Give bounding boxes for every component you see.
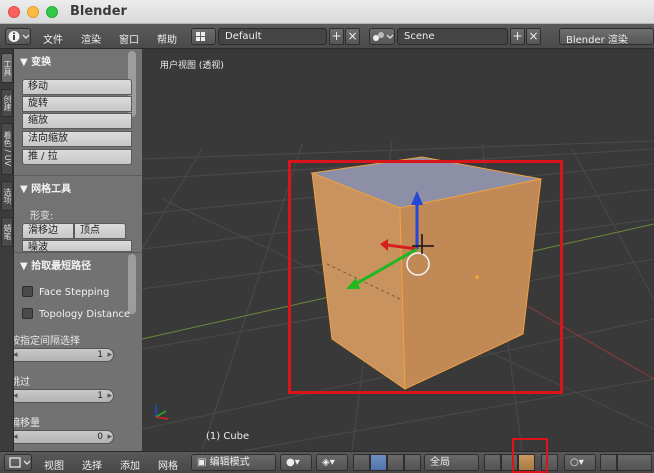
offset-field[interactable]: 0 <box>14 430 114 444</box>
scene-field[interactable]: Scene <box>397 28 508 45</box>
tab-options[interactable]: 选项 <box>1 181 13 211</box>
minimize-window-button[interactable] <box>27 6 39 18</box>
tab-tools[interactable]: 工具 <box>1 53 13 83</box>
face-stepping-label: Face Stepping <box>39 287 110 298</box>
rotate-button[interactable]: 旋转 <box>22 96 132 112</box>
screen-layout-browse-button[interactable] <box>191 28 216 45</box>
mode-dropdown[interactable]: ▣ 编辑模式 <box>191 454 276 471</box>
menu-view[interactable]: 视图 <box>44 457 64 472</box>
menu-mesh[interactable]: 网格 <box>158 457 178 472</box>
push-pull-button[interactable]: 推 / 拉 <box>22 149 132 165</box>
tab-grease-pencil[interactable]: 蜡笔 <box>1 217 13 247</box>
view-label: 用户视图 (透视) <box>160 61 224 71</box>
snap-toggle[interactable] <box>600 454 617 471</box>
edge-slide-button[interactable]: 滑移边 <box>22 223 74 239</box>
transform-panel-header[interactable]: ▼ 变换 <box>20 53 51 71</box>
nth-selection-field[interactable]: 1 <box>14 348 114 362</box>
menu-render[interactable]: 渲染 <box>81 31 101 46</box>
operator-scrollbar[interactable] <box>128 254 136 314</box>
proportional-edit-dropdown[interactable]: ○▾ <box>564 454 596 471</box>
object-label: (1) Cube <box>206 431 250 442</box>
edit-mode-icon: ▣ <box>197 457 207 468</box>
window-title: Blender <box>70 4 127 19</box>
pivot-icon: ◈▾ <box>322 457 335 468</box>
checkbox-box[interactable] <box>22 308 33 319</box>
scene-browse-button[interactable] <box>369 28 395 45</box>
tool-shelf: ▼ 变换 移动 旋转 缩放 法向缩放 推 / 拉 ▼ 网格工具 形变: 滑移边 … <box>14 49 142 451</box>
vertex-select-mode[interactable] <box>484 454 501 471</box>
scene-icon <box>373 32 394 41</box>
tool-shelf-tabs: 工具 创建 着色 / UV 选项 蜡笔 <box>0 49 14 451</box>
shortest-path-header[interactable]: ▼ 拾取最短路径 <box>20 257 91 275</box>
checkbox-box[interactable] <box>22 286 33 297</box>
snap-element-dropdown[interactable] <box>617 454 652 471</box>
divider <box>14 175 142 176</box>
topology-distance-label: Topology Distance <box>39 309 131 320</box>
close-window-button[interactable] <box>8 6 20 18</box>
screen-layout-field[interactable]: Default <box>218 28 327 45</box>
face-stepping-checkbox[interactable]: Face Stepping <box>22 286 109 298</box>
3d-viewport[interactable]: 用户视图 (透视) (1) Cube <box>142 49 654 451</box>
mode-label: 编辑模式 <box>209 457 250 468</box>
highlight-box <box>288 160 563 394</box>
viewport-header: 视图 选择 添加 网格 ▣ 编辑模式 ●▾ ◈▾ 全局 ○▾ <box>0 451 654 473</box>
menu-file[interactable]: 文件 <box>43 31 63 46</box>
pivot-dropdown[interactable]: ◈▾ <box>316 454 348 471</box>
orientation-dropdown[interactable]: 全局 <box>424 454 479 471</box>
scale-manipulator[interactable] <box>404 454 421 471</box>
close-icon: × <box>528 29 539 43</box>
plus-icon: + <box>512 29 523 43</box>
highlight-box-face-mode <box>512 438 548 473</box>
manipulator-toggle[interactable] <box>353 454 370 471</box>
orientation-label: 全局 <box>430 457 450 468</box>
shrink-fatten-button[interactable]: 法向缩放 <box>22 131 132 147</box>
rotate-manipulator[interactable] <box>387 454 404 471</box>
info-icon <box>8 31 30 42</box>
shading-dropdown[interactable]: ●▾ <box>280 454 312 471</box>
deform-label: 形变: <box>30 211 54 222</box>
plus-icon: + <box>331 29 342 43</box>
translate-button[interactable]: 移动 <box>22 79 132 95</box>
scale-button[interactable]: 缩放 <box>22 113 132 129</box>
title-bar: Blender <box>0 0 654 24</box>
menu-window[interactable]: 窗口 <box>119 31 139 46</box>
add-scene-button[interactable]: + <box>510 28 525 45</box>
render-engine-label: Blender 渲染 <box>566 35 628 46</box>
mesh-tools-panel-header[interactable]: ▼ 网格工具 <box>20 180 71 198</box>
remove-screen-button[interactable]: × <box>345 28 360 45</box>
info-header: 文件 渲染 窗口 帮助 Default + × Scene + × Blende… <box>0 24 654 49</box>
editor-type-button[interactable] <box>5 28 31 45</box>
add-screen-button[interactable]: + <box>329 28 344 45</box>
tab-shading-uv[interactable]: 着色 / UV <box>1 123 13 175</box>
solid-shading-icon: ●▾ <box>286 457 300 468</box>
skip-field[interactable]: 1 <box>14 389 114 403</box>
layout-grid-icon <box>196 32 205 41</box>
skip-label: 跳过 <box>14 377 30 388</box>
menu-select[interactable]: 选择 <box>82 457 102 472</box>
topology-distance-checkbox[interactable]: Topology Distance <box>22 308 130 320</box>
translate-manipulator[interactable] <box>370 454 387 471</box>
menu-help[interactable]: 帮助 <box>157 31 177 46</box>
nth-selection-label: 按指定间隔选择 <box>14 336 80 347</box>
zoom-window-button[interactable] <box>46 6 58 18</box>
3d-view-icon <box>9 457 31 468</box>
tab-create[interactable]: 创建 <box>1 89 13 117</box>
close-icon: × <box>347 29 358 43</box>
menu-add[interactable]: 添加 <box>120 457 140 472</box>
editor-type-button[interactable] <box>4 454 32 471</box>
offset-label: 偏移量 <box>14 418 40 429</box>
proportional-icon: ○▾ <box>570 457 584 468</box>
render-engine-dropdown[interactable]: Blender 渲染 <box>559 28 654 46</box>
remove-scene-button[interactable]: × <box>526 28 541 45</box>
noise-button[interactable]: 噪波 <box>22 240 132 252</box>
vertex-slide-button[interactable]: 顶点 <box>74 223 126 239</box>
